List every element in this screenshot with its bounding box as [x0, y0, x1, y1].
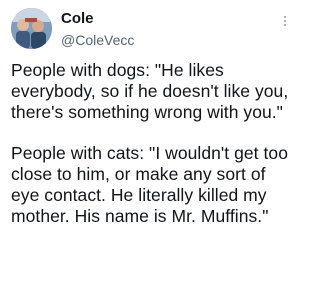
avatar-image	[11, 8, 52, 49]
tweet-text: People with dogs: "He likes everybody, s…	[11, 60, 295, 226]
tweet: Cole @ColeVecc People with dogs: "He lik…	[0, 0, 300, 293]
author-names: Cole @ColeVecc	[61, 10, 134, 49]
avatar[interactable]	[11, 8, 52, 49]
tweet-header: Cole @ColeVecc	[11, 8, 291, 52]
tweet-paragraph-dogs: People with dogs: "He likes everybody, s…	[11, 60, 289, 122]
author-handle[interactable]: @ColeVecc	[61, 31, 134, 49]
display-name[interactable]: Cole	[61, 10, 134, 28]
more-vertical-icon[interactable]	[279, 14, 291, 30]
tweet-paragraph-cats: People with cats: "I wouldn't get too cl…	[11, 143, 288, 226]
